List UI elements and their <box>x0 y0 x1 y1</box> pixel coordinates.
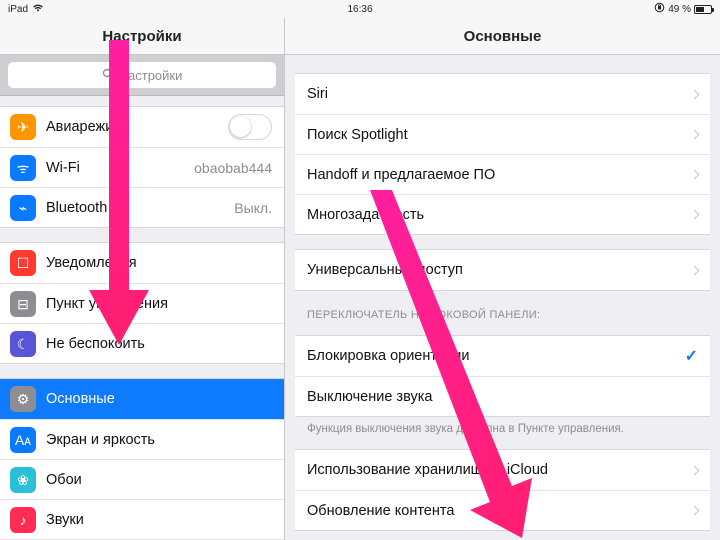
detail-title: Основные <box>285 18 720 55</box>
sidebar-item-label: Экран и яркость <box>46 432 155 448</box>
detail-row-label: Поиск Spotlight <box>307 127 408 143</box>
sidebar-item-label: Основные <box>46 391 115 407</box>
sidebar-item-wifi[interactable]: ᯤ Wi-Fi obaobab444 <box>0 147 284 187</box>
detail-row-label: Универсальный доступ <box>307 262 463 278</box>
detail-row[interactable]: Выключение звука <box>295 376 710 416</box>
detail-row-label: Использование хранилища и iCloud <box>307 462 548 478</box>
sidebar-title: Настройки <box>0 18 284 55</box>
detail-row[interactable]: Обновление контента <box>295 490 710 530</box>
sidebar: Настройки Настройки ✈ Авиарежим ᯤ Wi-Fi obao… <box>0 18 285 540</box>
sidebar-item-label: Пункт управления <box>46 296 168 312</box>
sidebar-item-label: Звуки <box>46 512 84 528</box>
controlcenter-icon: ⊟ <box>10 291 36 317</box>
sidebar-item-airplane[interactable]: ✈ Авиарежим <box>0 107 284 147</box>
clock: 16:36 <box>347 4 372 15</box>
detail-row-label: Siri <box>307 86 328 102</box>
sidebar-item-value: Выкл. <box>234 200 272 216</box>
sidebar-item-display[interactable]: Aᴀ Экран и яркость <box>0 419 284 459</box>
section-header: ПЕРЕКЛЮЧАТЕЛЬ НА БОКОВОЙ ПАНЕЛИ: <box>307 309 698 321</box>
sidebar-item-label: Уведомления <box>46 255 137 271</box>
section-footer: Функция выключения звука доступна в Пунк… <box>307 423 698 435</box>
detail-row[interactable]: Использование хранилища и iCloud <box>295 450 710 490</box>
battery-icon <box>694 5 712 14</box>
sidebar-item-controlcenter[interactable]: ⊟ Пункт управления <box>0 283 284 323</box>
sounds-icon: ♪ <box>10 507 36 533</box>
detail-row-label: Обновление контента <box>307 503 454 519</box>
sidebar-item-label: Авиарежим <box>46 119 123 135</box>
chevron-right-icon <box>690 210 700 220</box>
sidebar-item-value: obaobab444 <box>194 160 272 176</box>
search-placeholder: Настройки <box>119 68 183 83</box>
chevron-right-icon <box>690 265 700 275</box>
search-icon <box>102 68 114 83</box>
dnd-icon: ☾ <box>10 331 36 357</box>
sidebar-item-dnd[interactable]: ☾ Не беспокоить <box>0 323 284 363</box>
status-bar: iPad 16:36 49 % <box>0 0 720 18</box>
display-icon: Aᴀ <box>10 427 36 453</box>
bluetooth-icon: ⌁ <box>10 195 36 221</box>
detail-row[interactable]: Многозадачность <box>295 194 710 234</box>
search-input[interactable]: Настройки <box>8 62 276 88</box>
airplane-toggle[interactable] <box>228 114 272 140</box>
chevron-right-icon <box>690 170 700 180</box>
chevron-right-icon <box>690 506 700 516</box>
sidebar-item-notifications[interactable]: ☐ Уведомления <box>0 243 284 283</box>
search-wrap: Настройки <box>0 55 284 96</box>
wifi-icon: ᯤ <box>10 155 36 181</box>
detail-panel: Основные Siri Поиск Spotlight Handoff и пр… <box>285 18 720 540</box>
sidebar-item-label: Не беспокоить <box>46 336 145 352</box>
detail-row-label: Блокировка ориентации <box>307 348 469 364</box>
detail-row-label: Многозадачность <box>307 207 424 223</box>
wifi-icon <box>32 3 44 15</box>
chevron-right-icon <box>690 130 700 140</box>
wallpaper-icon: ❀ <box>10 467 36 493</box>
device-label: iPad <box>8 4 28 15</box>
sidebar-item-label: Обои <box>46 472 82 488</box>
sidebar-item-general[interactable]: ⚙ Основные <box>0 379 284 419</box>
airplane-icon: ✈ <box>10 114 36 140</box>
detail-row[interactable]: Блокировка ориентации ✓ <box>295 336 710 376</box>
chevron-right-icon <box>690 89 700 99</box>
sidebar-item-wallpaper[interactable]: ❀ Обои <box>0 459 284 499</box>
detail-row-label: Handoff и предлагаемое ПО <box>307 167 495 183</box>
sidebar-item-label: Wi-Fi <box>46 160 80 176</box>
sidebar-item-sounds[interactable]: ♪ Звуки <box>0 499 284 539</box>
detail-row-label: Выключение звука <box>307 389 432 405</box>
chevron-right-icon <box>690 465 700 475</box>
general-icon: ⚙ <box>10 386 36 412</box>
sidebar-item-label: Bluetooth <box>46 200 107 216</box>
detail-row[interactable]: Siri <box>295 74 710 114</box>
check-icon: ✓ <box>685 346 698 366</box>
detail-row[interactable]: Handoff и предлагаемое ПО <box>295 154 710 194</box>
rotation-lock-icon <box>654 2 665 16</box>
notifications-icon: ☐ <box>10 250 36 276</box>
detail-row[interactable]: Поиск Spotlight <box>295 114 710 154</box>
sidebar-item-bluetooth[interactable]: ⌁ Bluetooth Выкл. <box>0 187 284 227</box>
detail-row[interactable]: Универсальный доступ <box>295 250 710 290</box>
battery-pct: 49 % <box>668 4 691 15</box>
